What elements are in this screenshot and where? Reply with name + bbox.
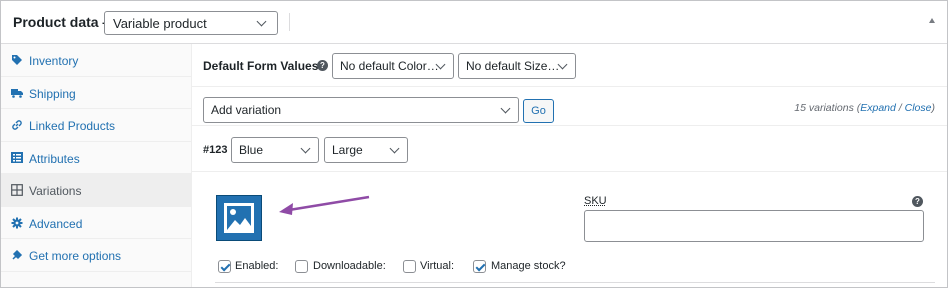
divider <box>215 282 935 283</box>
sidebar-item-attributes[interactable]: Attributes <box>1 142 191 174</box>
help-icon[interactable]: ? <box>317 60 328 71</box>
downloadable-label: Downloadable: <box>313 260 386 272</box>
default-form-values-row: Default Form Values: ? No default Color…… <box>192 44 947 87</box>
sidebar-item-inventory[interactable]: Inventory <box>1 44 191 77</box>
virtual-checkbox[interactable] <box>403 260 416 273</box>
product-type-value: Variable product <box>113 16 207 31</box>
chevron-down-icon <box>300 143 311 154</box>
enabled-label: Enabled: <box>235 260 279 272</box>
collapse-toggle-icon[interactable] <box>929 18 935 23</box>
product-type-select[interactable]: Variable product <box>104 11 278 35</box>
sidebar-item-get-more-options[interactable]: Get more options <box>1 239 191 272</box>
panel-title: Product data — <box>13 14 117 30</box>
variation-size-value: Large <box>332 143 363 157</box>
sidebar-item-variations[interactable]: Variations <box>1 174 191 207</box>
variation-size-select[interactable]: Large <box>324 137 408 163</box>
link-separator: / <box>895 102 905 114</box>
variation-count: 15 variations (Expand / Close) <box>794 102 935 114</box>
gear-icon <box>11 217 23 229</box>
truck-icon <box>11 87 23 99</box>
downloadable-checkbox[interactable] <box>295 260 308 273</box>
variation-color-value: Blue <box>239 143 264 157</box>
grid-icon <box>11 184 23 196</box>
variation-action-value: Add variation <box>211 103 282 117</box>
variations-panel: Default Form Values: ? No default Color…… <box>192 44 947 287</box>
sidebar-item-linked-products[interactable]: Linked Products <box>1 109 191 142</box>
default-size-select[interactable]: No default Size… <box>458 53 576 79</box>
variation-options: Enabled: Downloadable: Virtual: Manage s… <box>192 254 947 282</box>
panel-header: Product data — Variable product <box>1 1 947 44</box>
variation-action-select[interactable]: Add variation <box>203 97 519 123</box>
variation-count-text: 15 variations ( <box>794 102 861 114</box>
plugin-icon <box>11 249 23 261</box>
sidebar-item-label: Inventory <box>29 54 79 68</box>
manage-stock-checkbox[interactable] <box>473 260 486 273</box>
image-placeholder-icon <box>224 203 254 233</box>
go-button[interactable]: Go <box>523 99 554 123</box>
variation-number: #123 <box>203 144 228 156</box>
chevron-down-icon <box>256 16 267 27</box>
sku-label: SKU <box>584 195 607 207</box>
default-form-values-label: Default Form Values: <box>203 59 323 73</box>
variation-image-upload[interactable] <box>216 195 262 241</box>
default-color-select[interactable]: No default Color… <box>332 53 454 79</box>
sku-input[interactable] <box>584 210 924 242</box>
sidebar-item-label: Get more options <box>29 249 122 263</box>
default-size-value: No default Size… <box>466 59 560 73</box>
close-link[interactable]: Close <box>905 102 932 114</box>
tag-icon <box>11 54 23 66</box>
chevron-down-icon <box>500 103 511 114</box>
product-data-panel: Product data — Variable product Inventor… <box>0 0 948 288</box>
header-divider <box>289 13 290 31</box>
variation-color-select[interactable]: Blue <box>231 137 319 163</box>
help-icon[interactable]: ? <box>912 196 923 207</box>
sidebar-item-label: Attributes <box>29 151 80 166</box>
product-data-tabs: Inventory Shipping Linked Products Attri… <box>1 44 192 287</box>
list-icon <box>11 152 23 164</box>
manage-stock-label: Manage stock? <box>491 260 566 272</box>
sidebar-item-label: Variations <box>29 184 82 198</box>
sidebar-item-label: Linked Products <box>29 119 116 133</box>
link-icon <box>11 119 23 131</box>
expand-link[interactable]: Expand <box>860 102 896 114</box>
sidebar-item-shipping[interactable]: Shipping <box>1 77 191 109</box>
sidebar-item-label: Advanced <box>29 216 83 231</box>
sidebar-item-advanced[interactable]: Advanced <box>1 207 191 239</box>
virtual-label: Virtual: <box>420 260 455 272</box>
variation-count-end: ) <box>931 102 936 114</box>
annotation-arrow-icon <box>279 195 370 215</box>
enabled-checkbox[interactable] <box>218 260 231 273</box>
sidebar-item-label: Shipping <box>29 86 76 101</box>
chevron-down-icon <box>389 143 400 154</box>
default-color-value: No default Color… <box>340 59 439 73</box>
